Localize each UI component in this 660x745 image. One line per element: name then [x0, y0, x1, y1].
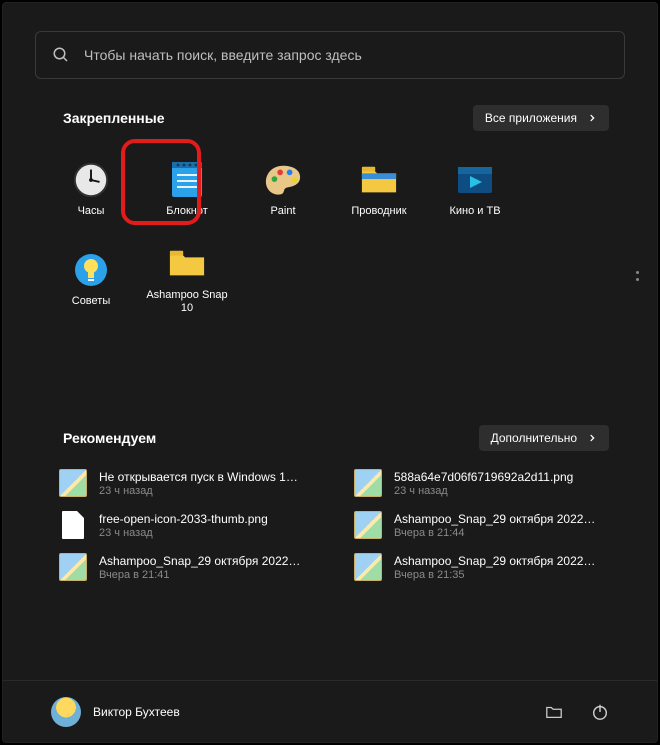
image-file-icon — [59, 553, 87, 581]
tile-label: Кино и ТВ — [449, 205, 500, 218]
search-icon — [52, 46, 70, 64]
paint-icon — [264, 161, 302, 199]
chevron-right-icon — [587, 433, 597, 443]
power-icon[interactable] — [591, 703, 609, 721]
pinned-tile-tips[interactable]: Советы — [43, 235, 139, 325]
user-name: Виктор Бухтеев — [93, 705, 180, 719]
recommended-title: Рекомендуем — [63, 430, 156, 446]
rec-title: Ashampoo_Snap_29 октября 2022… — [394, 554, 595, 568]
tile-label: Ashampoo Snap 10 — [143, 289, 231, 315]
recommended-item[interactable]: Ashampoo_Snap_29 октября 2022…Вчера в 21… — [354, 511, 609, 539]
rec-time: 23 ч назад — [99, 485, 298, 497]
all-apps-button[interactable]: Все приложения — [473, 105, 609, 131]
user-account-button[interactable]: Виктор Бухтеев — [51, 697, 180, 727]
pinned-tile-explorer[interactable]: Проводник — [331, 145, 427, 235]
rec-title: free-open-icon-2033-thumb.png — [99, 512, 268, 526]
rec-time: Вчера в 21:35 — [394, 569, 595, 581]
avatar — [51, 697, 81, 727]
tips-icon — [72, 251, 110, 289]
pinned-tile-notepad[interactable]: Блокнот — [139, 145, 235, 235]
search-box[interactable]: Чтобы начать поиск, введите запрос здесь — [35, 31, 625, 79]
recommended-item[interactable]: Не открывается пуск в Windows 1…23 ч наз… — [59, 469, 314, 497]
tile-label: Часы — [78, 205, 105, 218]
recommended-item[interactable]: free-open-icon-2033-thumb.png23 ч назад — [59, 511, 314, 539]
rec-time: 23 ч назад — [394, 485, 573, 497]
folder-icon[interactable] — [545, 704, 563, 720]
pinned-title: Закрепленные — [63, 110, 165, 126]
pinned-section: Закрепленные Все приложения Часы Блокнот — [63, 105, 609, 325]
pinned-tile-ashampoo[interactable]: Ashampoo Snap 10 — [139, 235, 235, 325]
footer: Виктор Бухтеев — [3, 680, 657, 742]
pinned-tile-clock[interactable]: Часы — [43, 145, 139, 235]
pinned-grid: Часы Блокнот Paint Проводник — [43, 145, 609, 325]
image-file-icon — [354, 469, 382, 497]
image-file-icon — [59, 469, 87, 497]
image-file-icon — [354, 553, 382, 581]
folder-icon — [168, 245, 206, 283]
all-apps-label: Все приложения — [485, 111, 577, 125]
recommended-item[interactable]: Ashampoo_Snap_29 октября 2022…Вчера в 21… — [354, 553, 609, 581]
chevron-right-icon — [587, 113, 597, 123]
rec-time: Вчера в 21:44 — [394, 527, 595, 539]
more-pages-button[interactable] — [636, 271, 639, 281]
clock-icon — [72, 161, 110, 199]
recommended-item[interactable]: Ashampoo_Snap_29 октября 2022…Вчера в 21… — [59, 553, 314, 581]
image-file-icon — [354, 511, 382, 539]
rec-title: Ashampoo_Snap_29 октября 2022… — [394, 512, 595, 526]
recommended-section: Рекомендуем Дополнительно Не открывается… — [63, 425, 609, 581]
rec-time: 23 ч назад — [99, 527, 268, 539]
pinned-tile-paint[interactable]: Paint — [235, 145, 331, 235]
tile-label: Paint — [270, 205, 295, 218]
tile-label: Проводник — [351, 205, 406, 218]
rec-title: 588a64e7d06f6719692a2d11.png — [394, 470, 573, 484]
document-file-icon — [62, 511, 84, 539]
rec-time: Вчера в 21:41 — [99, 569, 300, 581]
recommended-item[interactable]: 588a64e7d06f6719692a2d11.png23 ч назад — [354, 469, 609, 497]
movies-icon — [456, 161, 494, 199]
rec-title: Ashampoo_Snap_29 октября 2022… — [99, 554, 300, 568]
start-menu: Чтобы начать поиск, введите запрос здесь… — [2, 2, 658, 743]
tile-label: Блокнот — [166, 205, 208, 218]
more-label: Дополнительно — [491, 431, 577, 445]
more-button[interactable]: Дополнительно — [479, 425, 609, 451]
pinned-tile-movies[interactable]: Кино и ТВ — [427, 145, 523, 235]
search-placeholder: Чтобы начать поиск, введите запрос здесь — [84, 47, 362, 63]
explorer-icon — [360, 161, 398, 199]
tile-label: Советы — [72, 295, 110, 308]
notepad-icon — [168, 161, 206, 199]
recommended-grid: Не открывается пуск в Windows 1…23 ч наз… — [59, 469, 609, 581]
rec-title: Не открывается пуск в Windows 1… — [99, 470, 298, 484]
